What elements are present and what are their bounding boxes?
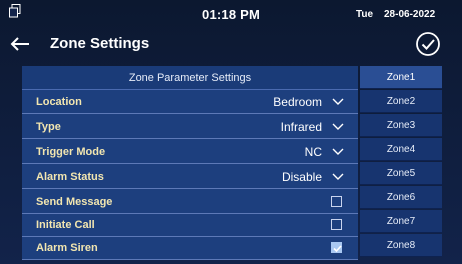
alarm-siren-label: Alarm Siren bbox=[36, 242, 98, 254]
zone-parameter-panel: Zone Parameter Settings Location Bedroom… bbox=[22, 66, 358, 260]
zone-list: Zone1 Zone2 Zone3 Zone4 Zone5 Zone6 Zone… bbox=[360, 66, 442, 260]
zone-item-5[interactable]: Zone5 bbox=[360, 162, 442, 185]
send-message-row: Send Message bbox=[22, 190, 358, 214]
chevron-down-icon[interactable] bbox=[332, 97, 344, 107]
checkmark-icon bbox=[333, 245, 342, 253]
location-label: Location bbox=[36, 96, 82, 108]
alarm-status-row[interactable]: Alarm Status Disable bbox=[22, 165, 358, 189]
zone-item-7[interactable]: Zone7 bbox=[360, 210, 442, 233]
alarm-siren-checkbox[interactable] bbox=[331, 242, 342, 253]
chevron-down-icon[interactable] bbox=[332, 122, 344, 132]
zone-item-3[interactable]: Zone3 bbox=[360, 114, 442, 137]
initiate-call-row: Initiate Call bbox=[22, 213, 358, 237]
zone-item-2[interactable]: Zone2 bbox=[360, 90, 442, 113]
status-bar: 01:18 PM Tue 28-06-2022 bbox=[0, 0, 462, 26]
alarm-siren-row: Alarm Siren bbox=[22, 236, 358, 260]
page-title: Zone Settings bbox=[50, 35, 150, 52]
zone-item-8[interactable]: Zone8 bbox=[360, 234, 442, 257]
type-row[interactable]: Type Infrared bbox=[22, 115, 358, 139]
location-row[interactable]: Location Bedroom bbox=[22, 90, 358, 114]
zone-item-1[interactable]: Zone1 bbox=[360, 66, 442, 89]
alarm-status-value[interactable]: Disable bbox=[282, 170, 322, 184]
panel-title: Zone Parameter Settings bbox=[128, 72, 252, 84]
chevron-down-icon[interactable] bbox=[332, 147, 344, 157]
device-screen: 01:18 PM Tue 28-06-2022 Zone Settings Zo… bbox=[0, 0, 462, 264]
day-label: Tue bbox=[356, 9, 374, 20]
type-value[interactable]: Infrared bbox=[281, 120, 322, 134]
zone-item-6[interactable]: Zone6 bbox=[360, 186, 442, 209]
date-label: 28-06-2022 bbox=[384, 9, 436, 20]
trigger-mode-value[interactable]: NC bbox=[305, 145, 322, 159]
type-label: Type bbox=[36, 121, 61, 133]
trigger-mode-row[interactable]: Trigger Mode NC bbox=[22, 140, 358, 164]
alarm-status-label: Alarm Status bbox=[36, 171, 104, 183]
initiate-call-label: Initiate Call bbox=[36, 219, 95, 231]
back-arrow-icon[interactable] bbox=[9, 33, 31, 55]
trigger-mode-label: Trigger Mode bbox=[36, 146, 106, 158]
send-message-checkbox[interactable] bbox=[331, 196, 342, 207]
title-bar: Zone Settings bbox=[0, 28, 462, 62]
send-message-label: Send Message bbox=[36, 196, 113, 208]
location-value[interactable]: Bedroom bbox=[273, 95, 322, 109]
panel-header: Zone Parameter Settings bbox=[22, 66, 358, 90]
chevron-down-icon[interactable] bbox=[332, 172, 344, 182]
initiate-call-checkbox[interactable] bbox=[331, 219, 342, 230]
confirm-check-icon[interactable] bbox=[415, 31, 441, 57]
zone-item-4[interactable]: Zone4 bbox=[360, 138, 442, 161]
